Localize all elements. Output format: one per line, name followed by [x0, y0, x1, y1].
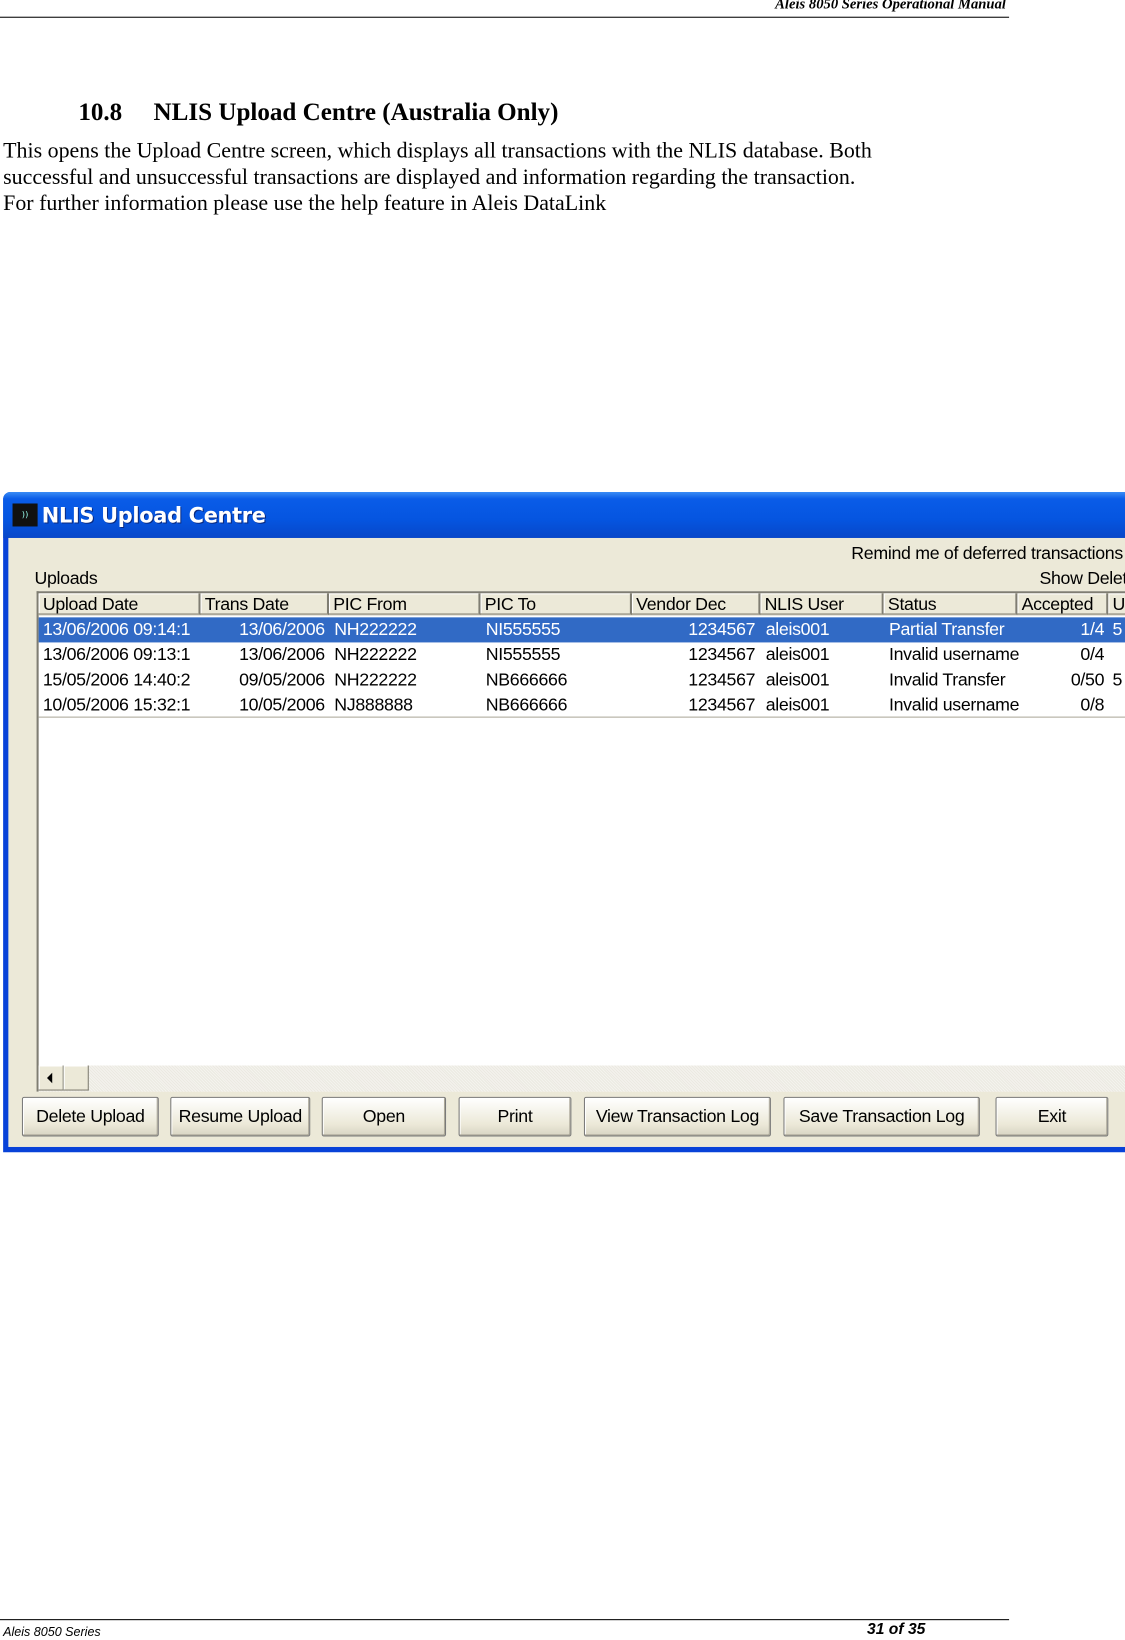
- column-trans-date[interactable]: Trans Date: [200, 593, 330, 616]
- delete-upload-button[interactable]: Delete Upload: [21, 1096, 159, 1137]
- cell-vendor-dec: 1234567: [688, 694, 756, 715]
- table-row[interactable]: 10/05/2006 15:32:1 10/05/2006 NJ888888 NB66…: [39, 693, 1125, 718]
- column-u[interactable]: U: [1108, 593, 1125, 616]
- cell-pic-to: NI555555: [485, 619, 561, 640]
- show-deleted-checkbox[interactable]: Show Delet: [1039, 568, 1125, 589]
- table-row[interactable]: 15/05/2006 14:40:2 09/05/2006 NH222222 NB66…: [39, 667, 1125, 692]
- horizontal-scrollbar[interactable]: [38, 1065, 1125, 1092]
- column-nlis-user[interactable]: NLIS User: [760, 593, 884, 616]
- column-pic-to[interactable]: PIC To: [480, 593, 632, 616]
- cell-trans-date: 13/06/2006: [239, 644, 325, 665]
- footer-page-number: 31 of 35: [867, 1620, 926, 1638]
- column-accepted[interactable]: Accepted: [1017, 593, 1109, 616]
- list-divider: [38, 716, 1125, 718]
- cell-upload-date: 13/06/2006 09:14:1: [42, 619, 191, 640]
- remind-deferred-checkbox[interactable]: Remind me of deferred transactions: [851, 543, 1123, 564]
- cell-accepted: 0/8: [1080, 694, 1105, 715]
- aleis-logo-icon: )): [12, 503, 38, 527]
- cell-status: Partial Transfer: [888, 619, 1005, 640]
- body-line: successful and unsuccessful transactions…: [3, 164, 856, 190]
- cell-u: 5: [1112, 669, 1123, 690]
- cell-vendor-dec: 1234567: [688, 644, 756, 665]
- table-row[interactable]: 13/06/2006 09:13:1 13/06/2006 NH222222 NI55…: [39, 642, 1125, 667]
- cell-accepted: 0/4: [1080, 644, 1105, 665]
- cell-trans-date: 09/05/2006: [239, 669, 325, 690]
- cell-accepted: 1/4: [1080, 619, 1105, 640]
- window-client: Remind me of deferred transactions Show …: [8, 537, 1125, 1147]
- cell-pic-to: NB666666: [485, 669, 568, 690]
- cell-nlis-user: aleis001: [765, 694, 830, 715]
- cell-upload-date: 10/05/2006 15:32:1: [42, 694, 191, 715]
- body-line: This opens the Upload Centre screen, whi…: [3, 137, 872, 163]
- scroll-thumb[interactable]: [63, 1065, 89, 1091]
- window-title: NLIS Upload Centre: [41, 502, 266, 528]
- footer-rule: [0, 1619, 1010, 1621]
- cell-pic-to: NB666666: [485, 694, 568, 715]
- arrow-left-icon: [47, 1072, 53, 1084]
- section-number: 10.8: [78, 99, 123, 127]
- column-status[interactable]: Status: [883, 593, 1018, 616]
- column-vendor-dec[interactable]: Vendor Dec: [631, 593, 761, 616]
- cell-nlis-user: aleis001: [765, 669, 830, 690]
- footer-series: Aleis 8050 Series: [3, 1624, 101, 1639]
- exit-button[interactable]: Exit: [995, 1096, 1109, 1137]
- cell-pic-to: NI555555: [485, 644, 561, 665]
- cell-upload-date: 13/06/2006 09:13:1: [42, 644, 191, 665]
- title-bar[interactable]: )) NLIS Upload Centre: [3, 492, 1125, 538]
- column-pic-from[interactable]: PIC From: [329, 593, 481, 616]
- header-rule: [0, 16, 1010, 18]
- cell-status: Invalid Transfer: [888, 669, 1006, 690]
- cell-trans-date: 10/05/2006: [239, 694, 325, 715]
- save-transaction-log-button[interactable]: Save Transaction Log: [783, 1096, 980, 1137]
- cell-vendor-dec: 1234567: [688, 619, 756, 640]
- header-title: Aleis 8050 Series Operational Manual: [775, 0, 1006, 13]
- cell-pic-from: NH222222: [334, 619, 417, 640]
- cell-upload-date: 15/05/2006 14:40:2: [42, 669, 191, 690]
- cell-pic-from: NH222222: [334, 669, 417, 690]
- cell-trans-date: 13/06/2006: [239, 619, 325, 640]
- cell-status: Invalid username: [888, 644, 1020, 665]
- cell-nlis-user: aleis001: [765, 644, 830, 665]
- body-paragraph: This opens the Upload Centre screen, whi…: [3, 138, 943, 216]
- cell-u: 5: [1112, 619, 1123, 640]
- column-upload-date[interactable]: Upload Date: [38, 593, 201, 616]
- scroll-left-button[interactable]: [38, 1065, 64, 1091]
- cell-accepted: 0/50: [1070, 669, 1105, 690]
- uploads-label: Uploads: [34, 568, 98, 589]
- cell-pic-from: NJ888888: [334, 694, 413, 715]
- open-button[interactable]: Open: [321, 1096, 447, 1137]
- cell-vendor-dec: 1234567: [688, 669, 756, 690]
- table-row[interactable]: 13/06/2006 09:14:1 13/06/2006 NH222222 NI55…: [38, 617, 1125, 643]
- cell-status: Invalid username: [888, 694, 1020, 715]
- uploads-list[interactable]: Upload Date Trans Date PIC From PIC To V…: [36, 591, 1125, 1092]
- print-button[interactable]: Print: [458, 1096, 572, 1137]
- resume-upload-button[interactable]: Resume Upload: [170, 1096, 311, 1137]
- body-line: For further information please use the h…: [3, 190, 607, 216]
- nlis-upload-centre-window: )) NLIS Upload Centre Remind me of defer…: [3, 492, 1125, 1153]
- view-transaction-log-button[interactable]: View Transaction Log: [583, 1096, 771, 1137]
- cell-pic-from: NH222222: [334, 644, 417, 665]
- section-title: NLIS Upload Centre (Australia Only): [153, 99, 559, 127]
- cell-nlis-user: aleis001: [765, 619, 830, 640]
- list-header: Upload Date Trans Date PIC From PIC To V…: [38, 593, 1125, 617]
